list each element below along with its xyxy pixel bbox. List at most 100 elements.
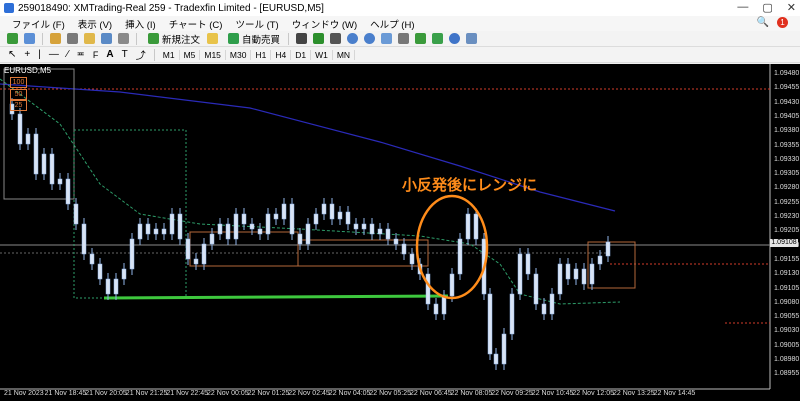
level-100-label: 100 <box>10 77 27 88</box>
line-chart-icon[interactable] <box>330 33 342 44</box>
vertical-line-icon[interactable]: | <box>38 49 41 60</box>
timeframe-mn[interactable]: MN <box>333 49 356 60</box>
label-icon[interactable]: T <box>122 49 128 60</box>
menu-window[interactable]: ウィンドウ (W) <box>292 17 357 31</box>
candle-body <box>353 223 359 230</box>
fibonacci-icon[interactable]: F <box>93 50 99 60</box>
toolbar-separator <box>42 32 43 45</box>
zoom-out-icon[interactable] <box>364 33 376 44</box>
candle-body <box>441 295 447 315</box>
candle-body <box>193 258 199 265</box>
timeframe-d1[interactable]: D1 <box>291 49 312 60</box>
candle-body <box>153 228 159 235</box>
candle-body <box>113 278 119 295</box>
trend-line-icon[interactable]: ∕ <box>67 49 69 60</box>
price-axis-label: 1.09355 <box>774 141 800 149</box>
auto-trading-label: 自動売買 <box>242 34 281 46</box>
candle-body <box>257 228 263 235</box>
candle-body <box>233 213 239 240</box>
standard-toolbar: 新規注文 自動売買 <box>0 31 800 47</box>
candle-body <box>97 263 103 280</box>
metaeditor-icon[interactable] <box>207 33 219 44</box>
candle-body <box>361 223 367 230</box>
time-axis-label: 22 Nov 04:05 <box>328 390 371 397</box>
channel-icon[interactable]: ≖ <box>77 49 85 60</box>
candlestick-icon[interactable] <box>313 33 325 44</box>
templates-icon[interactable] <box>466 33 478 44</box>
symbol-label: EURUSD,M5 <box>4 66 52 75</box>
time-axis-label: 21 Nov 21:25 <box>125 390 168 397</box>
menu-view[interactable]: 表示 (V) <box>78 17 112 31</box>
candle-body <box>433 303 439 315</box>
crosshair-icon[interactable]: + <box>24 49 30 60</box>
search-icon[interactable]: 🔍 <box>757 17 769 28</box>
candle-body <box>541 303 547 315</box>
candle-body <box>169 213 175 235</box>
notification-badge[interactable]: 1 <box>777 17 788 28</box>
cursor-icon[interactable]: ↖ <box>8 49 16 60</box>
time-axis-label: 22 Nov 10:45 <box>531 390 574 397</box>
candle-body <box>185 238 191 260</box>
auto-trading-button[interactable]: 自動売買 <box>225 32 280 46</box>
price-axis-label: 1.09005 <box>774 341 800 349</box>
timeframe-h4[interactable]: H4 <box>271 49 292 60</box>
title-bar: 259018490: XMTrading-Real 259 - Tradexfi… <box>0 0 800 16</box>
menu-insert[interactable]: 挿入 (I) <box>125 17 156 31</box>
indicators-icon[interactable] <box>432 33 444 44</box>
timeframe-m5[interactable]: M5 <box>180 49 201 60</box>
new-chart-icon[interactable] <box>7 33 18 44</box>
minimize-button[interactable]: — <box>737 1 748 14</box>
maximize-button[interactable]: ▢ <box>762 1 772 14</box>
autoscroll-icon[interactable] <box>415 33 427 44</box>
time-axis-label: 22 Nov 13:25 <box>613 390 655 397</box>
time-axis-label: 22 Nov 14:45 <box>653 390 696 397</box>
market-watch-icon[interactable] <box>50 33 61 44</box>
candle-body <box>33 133 39 175</box>
price-axis-label: 1.09305 <box>774 170 800 178</box>
price-axis-label: 1.09105 <box>774 284 800 292</box>
time-axis-label: 22 Nov 00:05 <box>207 390 249 397</box>
close-button[interactable]: ✕ <box>787 1 796 14</box>
price-chart[interactable] <box>0 64 800 401</box>
candle-body <box>345 211 351 225</box>
new-order-button[interactable]: 新規注文 <box>145 32 200 46</box>
tile-windows-icon[interactable] <box>381 33 393 44</box>
arrows-icon[interactable]: ⤴ <box>136 47 146 62</box>
menu-tools[interactable]: ツール (T) <box>235 17 278 31</box>
chart-window[interactable]: EURUSD,M5 100 50 25 小反発後にレンジに 1.09480 1.0… <box>0 64 800 401</box>
candle-body <box>73 203 79 225</box>
menu-help[interactable]: ヘルプ (H) <box>370 17 414 31</box>
terminal-icon[interactable] <box>101 33 112 44</box>
candle-body <box>17 113 23 145</box>
chart-shift-icon[interactable] <box>398 33 410 44</box>
periods-icon[interactable] <box>449 33 461 44</box>
bar-chart-icon[interactable] <box>296 33 308 44</box>
profiles-icon[interactable] <box>24 33 35 44</box>
strategy-tester-icon[interactable] <box>118 33 129 44</box>
timeframe-m15[interactable]: M15 <box>200 49 226 60</box>
candle-body <box>597 255 603 265</box>
menu-chart[interactable]: チャート (C) <box>169 17 223 31</box>
timeframe-h1[interactable]: H1 <box>251 49 272 60</box>
menu-file[interactable]: ファイル (F) <box>12 17 65 31</box>
timeframe-m30[interactable]: M30 <box>226 49 252 60</box>
timeframe-m1[interactable]: M1 <box>159 49 180 60</box>
price-axis-label: 1.09230 <box>774 213 800 220</box>
candle-body <box>265 213 271 235</box>
candle-body <box>281 203 287 220</box>
horizontal-line-icon[interactable]: — <box>49 49 59 60</box>
candle-body <box>329 203 335 220</box>
timeframe-w1[interactable]: W1 <box>311 49 333 60</box>
price-axis-label: 1.09380 <box>774 127 800 135</box>
data-window-icon[interactable] <box>67 33 78 44</box>
candle-body <box>81 223 87 255</box>
candle-body <box>473 213 479 240</box>
candle-body <box>313 213 319 225</box>
candle-body <box>241 213 247 225</box>
candle-body <box>549 293 555 315</box>
drawing-toolbar: ↖ + | — ∕ ≖ F A T ⤴ M1 M5 M15 M30 H1 H4 … <box>0 47 800 63</box>
navigator-icon[interactable] <box>84 33 95 44</box>
time-axis-label: 21 Nov 20:05 <box>85 390 127 397</box>
zoom-in-icon[interactable] <box>347 33 359 44</box>
text-icon[interactable]: A <box>106 49 113 60</box>
